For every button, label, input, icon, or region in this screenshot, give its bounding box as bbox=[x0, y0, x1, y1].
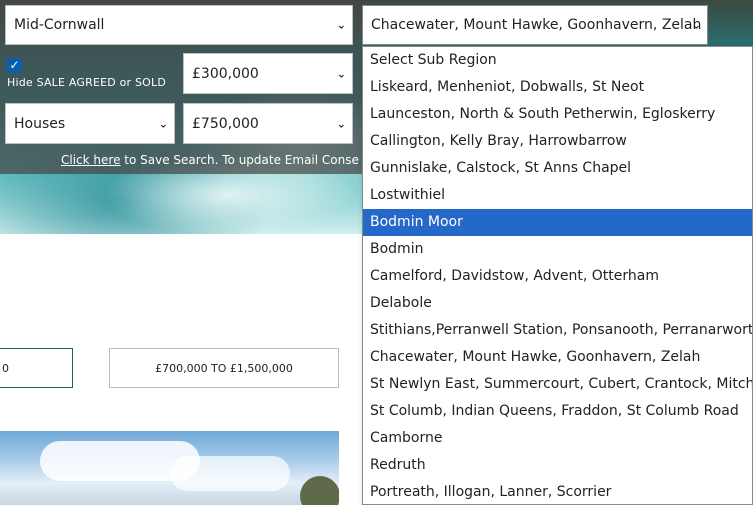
subregion-option[interactable]: Select Sub Region bbox=[363, 47, 752, 74]
hide-sold-label: Hide SALE AGREED or SOLD bbox=[7, 76, 167, 89]
chevron-down-icon: ⌄ bbox=[336, 67, 346, 80]
subregion-option[interactable]: St Columb, Indian Queens, Fraddon, St Co… bbox=[363, 398, 752, 425]
save-search-note: to Save Search. To update Email Conse bbox=[120, 153, 359, 167]
subregion-option[interactable]: Bodmin Moor bbox=[363, 209, 752, 236]
price-band-label: 0 bbox=[2, 361, 9, 375]
subregion-option[interactable]: Gunnislake, Calstock, St Anns Chapel bbox=[363, 155, 752, 182]
max-price-value: £750,000 bbox=[192, 115, 259, 132]
subregion-option[interactable]: Liskeard, Menheniot, Dobwalls, St Neot bbox=[363, 74, 752, 101]
chevron-down-icon: ⌄ bbox=[336, 18, 346, 32]
price-band-button[interactable]: 0 bbox=[0, 348, 73, 388]
max-price-select[interactable]: £750,000 ⌄ bbox=[183, 103, 353, 144]
subregion-option[interactable]: St Newlyn East, Summercourt, Cubert, Cra… bbox=[363, 371, 752, 398]
search-panel: Mid-Cornwall ⌄ ✓ Hide SALE AGREED or SOL… bbox=[0, 0, 362, 174]
save-search-text: Click here to Save Search. To update Ema… bbox=[61, 153, 361, 167]
save-search-link[interactable]: Click here bbox=[61, 153, 120, 167]
region-select[interactable]: Mid-Cornwall ⌄ bbox=[5, 5, 353, 45]
subregion-option[interactable]: Launceston, North & South Petherwin, Egl… bbox=[363, 101, 752, 128]
subregion-dropdown-list[interactable]: Select Sub Region Liskeard, Menheniot, Do… bbox=[362, 46, 753, 505]
property-type-value: Houses bbox=[14, 115, 66, 132]
property-photo[interactable] bbox=[0, 431, 339, 505]
chevron-down-icon: ⌄ bbox=[691, 18, 701, 32]
subregion-option[interactable]: Bodmin bbox=[363, 236, 752, 263]
price-band-label: £700,000 TO £1,500,000 bbox=[155, 361, 293, 375]
price-band-button[interactable]: £700,000 TO £1,500,000 bbox=[109, 348, 339, 388]
subregion-option[interactable]: Redruth bbox=[363, 452, 752, 479]
subregion-option[interactable]: Callington, Kelly Bray, Harrowbarrow bbox=[363, 128, 752, 155]
tree-shape bbox=[300, 476, 339, 505]
subregion-select[interactable]: Chacewater, Mount Hawke, Goonhavern, Zel… bbox=[362, 5, 708, 45]
property-type-select[interactable]: Houses ⌄ bbox=[5, 103, 175, 144]
subregion-select-value: Chacewater, Mount Hawke, Goonhavern, Zel… bbox=[371, 17, 702, 33]
cloud-shape bbox=[170, 456, 290, 491]
min-price-select[interactable]: £300,000 ⌄ bbox=[183, 53, 353, 94]
region-select-value: Mid-Cornwall bbox=[14, 17, 105, 33]
subregion-option[interactable]: Lostwithiel bbox=[363, 182, 752, 209]
subregion-option[interactable]: Delabole bbox=[363, 290, 752, 317]
checkmark-icon: ✓ bbox=[9, 58, 20, 72]
chevron-down-icon: ⌄ bbox=[336, 117, 346, 130]
subregion-option[interactable]: Stithians,Perranwell Station, Ponsanooth… bbox=[363, 317, 752, 344]
subregion-option[interactable]: Chacewater, Mount Hawke, Goonhavern, Zel… bbox=[363, 344, 752, 371]
min-price-value: £300,000 bbox=[192, 65, 259, 82]
subregion-option[interactable]: Portreath, Illogan, Lanner, Scorrier bbox=[363, 479, 752, 504]
chevron-down-icon: ⌄ bbox=[158, 117, 168, 130]
hide-sold-checkbox[interactable]: ✓ bbox=[7, 58, 22, 73]
subregion-option[interactable]: Camborne bbox=[363, 425, 752, 452]
subregion-option[interactable]: Camelford, Davidstow, Advent, Otterham bbox=[363, 263, 752, 290]
